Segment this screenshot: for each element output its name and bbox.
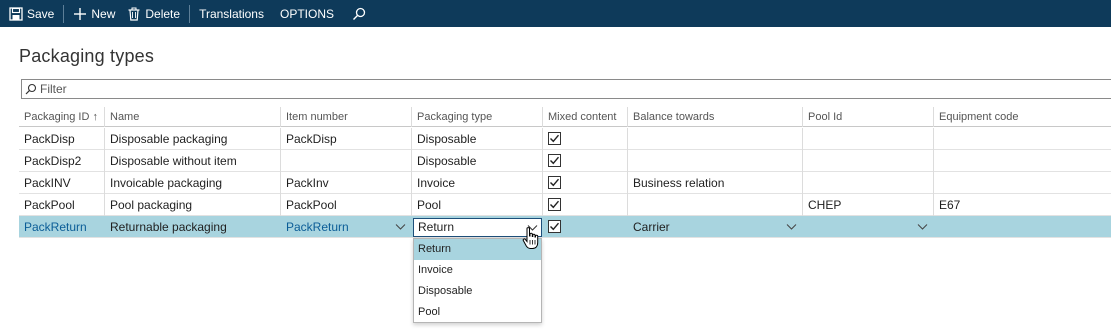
delete-label: Delete: [145, 6, 181, 21]
packaging-id-cell[interactable]: PackDisp: [19, 128, 105, 150]
new-label: New: [91, 6, 116, 21]
hand-pointer-icon: [522, 227, 539, 249]
table-row[interactable]: PackDisp Disposable packaging PackDisp D…: [19, 128, 1111, 150]
packaging-type-cell[interactable]: Invoice: [412, 172, 543, 194]
table-row[interactable]: PackINV Invoicable packaging PackInv Inv…: [19, 172, 1111, 194]
translations-label: Translations: [199, 6, 264, 21]
grid-header: Packaging ID ↑ Name Item number Packagin…: [19, 107, 1111, 127]
name-cell[interactable]: Disposable packaging: [105, 128, 281, 150]
equipment-code-cell[interactable]: [934, 172, 1111, 194]
mixed-content-checkbox[interactable]: [548, 220, 561, 234]
packaging-type-cell[interactable]: Pool: [412, 194, 543, 216]
packaging-id-cell[interactable]: PackINV: [19, 172, 105, 194]
item-number-cell[interactable]: PackInv: [281, 172, 412, 194]
mixed-content-checkbox[interactable]: [548, 176, 561, 190]
filter-input[interactable]: [40, 82, 440, 96]
equipment-code-cell[interactable]: [934, 216, 1111, 238]
checkmark-icon: [550, 135, 560, 143]
balance-towards-cell[interactable]: [628, 128, 803, 150]
new-button[interactable]: New: [67, 0, 121, 27]
options-tab[interactable]: OPTIONS: [270, 0, 344, 27]
packaging-id-cell[interactable]: PackPool: [19, 194, 105, 216]
equipment-code-cell[interactable]: [934, 150, 1111, 172]
pool-id-cell[interactable]: [803, 128, 934, 150]
checkmark-icon: [550, 179, 560, 187]
search-button[interactable]: [344, 0, 376, 27]
packaging-id-cell[interactable]: PackDisp2: [19, 150, 105, 172]
item-number-cell[interactable]: PackDisp: [281, 128, 412, 150]
column-header-balance-towards[interactable]: Balance towards: [628, 107, 803, 127]
page-title: Packaging types: [19, 46, 155, 66]
plus-icon: [73, 7, 87, 21]
table-row-selected[interactable]: PackReturn Returnable packaging PackRetu…: [19, 216, 1111, 238]
chevron-down-icon[interactable]: [917, 221, 928, 232]
checkmark-icon: [550, 201, 560, 209]
packaging-type-cell[interactable]: Disposable: [412, 150, 543, 172]
dropdown-option-invoice[interactable]: Invoice: [414, 260, 541, 281]
pool-id-cell[interactable]: [803, 216, 934, 238]
toolbar-divider: [189, 4, 191, 23]
save-icon: [9, 6, 23, 21]
name-cell[interactable]: Invoicable packaging: [105, 172, 281, 194]
balance-towards-value: Carrier: [633, 220, 670, 234]
pool-id-cell[interactable]: CHEP: [803, 194, 934, 216]
mixed-content-cell: [543, 172, 628, 194]
equipment-code-cell[interactable]: E67: [934, 194, 1111, 216]
translations-button[interactable]: Translations: [193, 0, 270, 27]
action-pane: Save New Delete Translations OPTIONS: [0, 0, 1111, 27]
name-cell[interactable]: Pool packaging: [105, 194, 281, 216]
delete-button[interactable]: Delete: [121, 0, 186, 27]
sort-ascending-icon: ↑: [92, 111, 99, 123]
chevron-down-icon[interactable]: [786, 221, 797, 232]
save-button[interactable]: Save: [0, 0, 60, 27]
balance-towards-cell[interactable]: [628, 194, 803, 216]
search-icon: [25, 83, 37, 95]
column-header-mixed-content[interactable]: Mixed content: [543, 107, 628, 127]
pool-id-cell[interactable]: [803, 150, 934, 172]
options-label: OPTIONS: [279, 6, 334, 21]
name-cell[interactable]: Disposable without item: [105, 150, 281, 172]
table-row[interactable]: PackPool Pool packaging PackPool Pool CH…: [19, 194, 1111, 216]
item-number-value: PackReturn: [286, 220, 349, 234]
column-header-packaging-type[interactable]: Packaging type: [412, 107, 543, 127]
header-label: Packaging ID: [24, 111, 90, 123]
toolbar-divider: [63, 4, 65, 23]
packaging-type-cell[interactable]: Disposable: [412, 128, 543, 150]
balance-towards-cell[interactable]: [628, 150, 803, 172]
search-icon: [352, 7, 366, 21]
checkmark-icon: [550, 157, 560, 165]
column-header-item-number[interactable]: Item number: [281, 107, 412, 127]
balance-towards-cell[interactable]: Carrier: [628, 216, 803, 238]
filter-box[interactable]: [21, 79, 1111, 99]
chevron-down-icon[interactable]: [395, 221, 406, 232]
mixed-content-cell: [543, 128, 628, 150]
item-number-cell[interactable]: PackPool: [281, 194, 412, 216]
item-number-cell[interactable]: PackReturn: [281, 216, 412, 238]
column-header-pool-id[interactable]: Pool Id: [803, 107, 934, 127]
mixed-content-cell: [543, 150, 628, 172]
save-label: Save: [27, 6, 55, 21]
balance-towards-cell[interactable]: Business relation: [628, 172, 803, 194]
table-row[interactable]: PackDisp2 Disposable without item Dispos…: [19, 150, 1111, 172]
trash-icon: [127, 7, 141, 21]
item-number-cell[interactable]: [281, 150, 412, 172]
dropdown-option-pool[interactable]: Pool: [414, 302, 541, 323]
dropdown-option-disposable[interactable]: Disposable: [414, 281, 541, 302]
column-header-name[interactable]: Name: [105, 107, 281, 127]
mixed-content-cell: [543, 194, 628, 216]
column-header-packaging-id[interactable]: Packaging ID ↑: [19, 107, 105, 127]
packaging-id-cell[interactable]: PackReturn: [19, 216, 105, 238]
mixed-content-checkbox[interactable]: [548, 132, 561, 146]
column-header-equipment-code[interactable]: Equipment code: [934, 107, 1111, 127]
packaging-type-value: Return: [418, 220, 455, 234]
mixed-content-checkbox[interactable]: [548, 154, 561, 168]
pool-id-cell[interactable]: [803, 172, 934, 194]
name-cell[interactable]: Returnable packaging: [105, 216, 281, 238]
equipment-code-cell[interactable]: [934, 128, 1111, 150]
mixed-content-checkbox[interactable]: [548, 198, 561, 212]
mixed-content-cell: [543, 216, 628, 238]
checkmark-icon: [550, 223, 560, 231]
